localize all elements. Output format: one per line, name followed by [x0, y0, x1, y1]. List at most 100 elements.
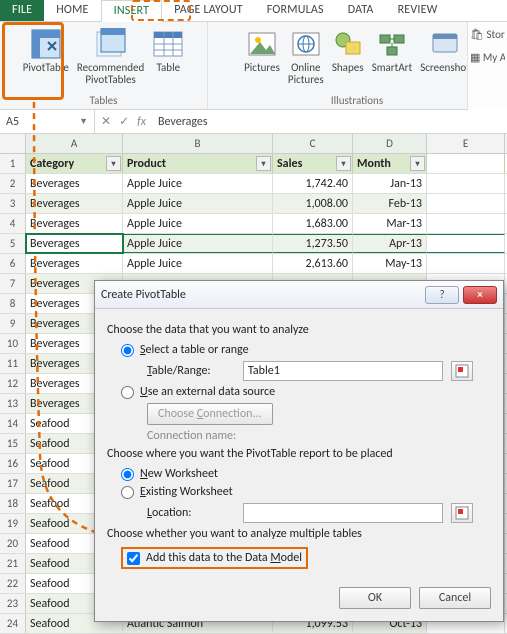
- header-sales[interactable]: Sales▾: [273, 154, 353, 173]
- smartart-button[interactable]: SmartArt: [368, 24, 417, 74]
- row-header[interactable]: 19: [0, 514, 26, 533]
- location-input[interactable]: [243, 503, 443, 523]
- cell-product[interactable]: Apple Juice: [123, 214, 273, 233]
- tab-data[interactable]: DATA: [336, 0, 386, 21]
- filter-icon[interactable]: ▾: [106, 156, 121, 171]
- range-picker-icon[interactable]: [451, 361, 473, 381]
- tab-insert[interactable]: INSERT: [101, 0, 163, 22]
- cell-sales[interactable]: 1,742.40: [273, 174, 353, 193]
- tab-page-layout[interactable]: PAGE LAYOUT: [162, 0, 255, 21]
- name-box[interactable]: A5 ▼: [0, 110, 95, 133]
- store-link[interactable]: 🛍 Stor: [470, 28, 505, 41]
- dialog-titlebar[interactable]: Create PivotTable ? ×: [95, 281, 503, 309]
- cell-category[interactable]: Beverages: [26, 214, 123, 233]
- radio-external-source[interactable]: Use an external data source: [121, 385, 491, 399]
- cell-product[interactable]: Apple Juice: [123, 234, 273, 253]
- row-header[interactable]: 10: [0, 334, 26, 353]
- filter-icon[interactable]: ▾: [410, 156, 425, 171]
- add-to-data-model-checkbox[interactable]: [127, 552, 140, 565]
- cell-category[interactable]: Beverages: [26, 194, 123, 213]
- row-header[interactable]: 16: [0, 454, 26, 473]
- row-header[interactable]: 13: [0, 394, 26, 413]
- range-picker-icon[interactable]: [451, 503, 473, 523]
- pictures-button[interactable]: Pictures: [240, 24, 284, 74]
- ok-button[interactable]: OK: [339, 587, 411, 609]
- cell-sales[interactable]: 1,273.50: [273, 234, 353, 253]
- row-header[interactable]: 17: [0, 474, 26, 493]
- cancel-button[interactable]: Cancel: [419, 587, 491, 609]
- row-header[interactable]: 4: [0, 214, 26, 233]
- cell-month[interactable]: May-13: [353, 254, 427, 273]
- fx-icon[interactable]: fx: [137, 115, 146, 129]
- header-category[interactable]: Category▾: [26, 154, 123, 173]
- cell-sales[interactable]: 1,008.00: [273, 194, 353, 213]
- row-header[interactable]: 11: [0, 354, 26, 373]
- radio-new-worksheet[interactable]: New Worksheet: [121, 467, 491, 481]
- col-header-A[interactable]: A: [26, 134, 123, 153]
- tab-home[interactable]: HOME: [44, 0, 100, 21]
- row-header[interactable]: 23: [0, 594, 26, 613]
- pivottable-label: PivotTable: [23, 62, 69, 74]
- cell-product[interactable]: Apple Juice: [123, 194, 273, 213]
- screenshot-button[interactable]: Screenshot: [416, 24, 474, 74]
- cell-product[interactable]: Apple Juice: [123, 174, 273, 193]
- row-header[interactable]: 22: [0, 574, 26, 593]
- cancel-formula-icon[interactable]: ✕: [101, 114, 111, 129]
- col-header-D[interactable]: D: [353, 134, 427, 153]
- cell-category[interactable]: Beverages: [26, 234, 123, 253]
- cell-category[interactable]: Beverages: [26, 174, 123, 193]
- radio-existing-worksheet[interactable]: Existing Worksheet: [121, 485, 491, 499]
- table-button[interactable]: Table: [148, 24, 188, 74]
- tab-formulas[interactable]: FORMULAS: [255, 0, 336, 21]
- cell-sales[interactable]: 2,613.60: [273, 254, 353, 273]
- row-header[interactable]: 21: [0, 554, 26, 573]
- radio-select-table[interactable]: Select a table or range: [121, 343, 491, 357]
- row-header[interactable]: 14: [0, 414, 26, 433]
- col-header-C[interactable]: C: [273, 134, 353, 153]
- enter-formula-icon[interactable]: ✓: [119, 114, 129, 129]
- table-range-input[interactable]: Table1: [243, 361, 443, 381]
- row-header[interactable]: 15: [0, 434, 26, 453]
- row-header[interactable]: 1: [0, 154, 26, 173]
- formula-input[interactable]: Beverages: [152, 110, 507, 133]
- online-pictures-button[interactable]: Online Pictures: [284, 24, 328, 86]
- cell-sales[interactable]: 1,683.00: [273, 214, 353, 233]
- filter-icon[interactable]: ▾: [336, 156, 351, 171]
- row-header[interactable]: 8: [0, 294, 26, 313]
- row-header[interactable]: 5: [0, 234, 26, 253]
- ribbon-tabs: FILE HOME INSERT PAGE LAYOUT FORMULAS DA…: [0, 0, 507, 22]
- row-header[interactable]: 3: [0, 194, 26, 213]
- cell-category[interactable]: Beverages: [26, 254, 123, 273]
- header-month[interactable]: Month▾: [353, 154, 427, 173]
- row-header[interactable]: 7: [0, 274, 26, 293]
- row-header[interactable]: 20: [0, 534, 26, 553]
- chevron-down-icon[interactable]: ▼: [79, 116, 88, 127]
- row-header[interactable]: 2: [0, 174, 26, 193]
- filter-icon[interactable]: ▾: [256, 156, 271, 171]
- tab-file[interactable]: FILE: [0, 0, 44, 21]
- close-button[interactable]: ×: [463, 286, 497, 304]
- add-to-data-model-label: Add this data to the Data Model: [146, 551, 302, 565]
- table-range-label: Table/Range:: [147, 364, 237, 378]
- recommended-pivottables-button[interactable]: Recommended PivotTables: [73, 24, 148, 86]
- row-header[interactable]: 9: [0, 314, 26, 333]
- cell-month[interactable]: Mar-13: [353, 214, 427, 233]
- help-button[interactable]: ?: [425, 286, 459, 304]
- col-header-B[interactable]: B: [123, 134, 273, 153]
- row-header[interactable]: 12: [0, 374, 26, 393]
- header-product[interactable]: Product▾: [123, 154, 273, 173]
- select-all-corner[interactable]: [0, 134, 26, 153]
- row-header[interactable]: 6: [0, 254, 26, 273]
- tab-review[interactable]: REVIEW: [386, 0, 450, 21]
- cell-month[interactable]: Apr-13: [353, 234, 427, 253]
- pivottable-button[interactable]: PivotTable: [19, 24, 73, 74]
- cell-month[interactable]: Feb-13: [353, 194, 427, 213]
- cell-product[interactable]: Apple Juice: [123, 254, 273, 273]
- cell-month[interactable]: Jan-13: [353, 174, 427, 193]
- table-row: 4 Beverages Apple Juice 1,683.00 Mar-13: [0, 214, 507, 234]
- col-header-E[interactable]: E: [427, 134, 505, 153]
- shapes-button[interactable]: Shapes: [328, 24, 368, 74]
- row-header[interactable]: 18: [0, 494, 26, 513]
- my-apps-link[interactable]: ▦ My A: [470, 51, 505, 64]
- row-header[interactable]: 24: [0, 614, 26, 633]
